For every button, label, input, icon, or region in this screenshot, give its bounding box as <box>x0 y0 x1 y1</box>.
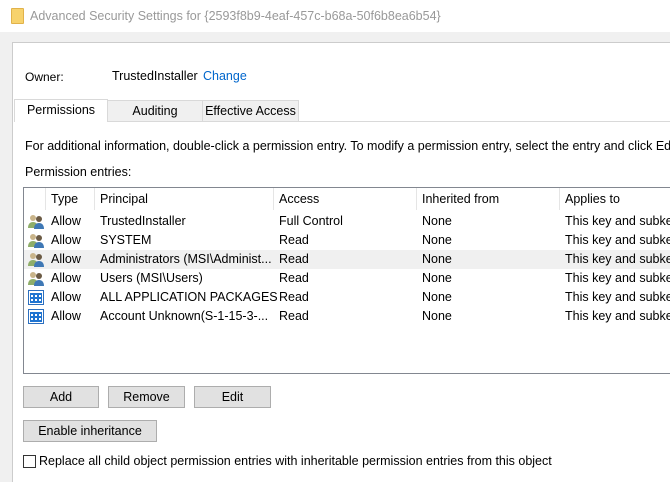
cell-inherited-from: None <box>422 214 452 228</box>
list-header: Type Principal Access Inherited from App… <box>24 188 670 210</box>
window-title: Advanced Security Settings for {2593f8b9… <box>30 9 441 23</box>
app-package-icon <box>28 309 44 324</box>
table-row[interactable]: Allow Administrators (MSI\Administ... Read… <box>24 250 670 269</box>
cell-applies-to: This key and subkeys <box>565 214 670 228</box>
permission-entries-list[interactable]: Type Principal Access Inherited from App… <box>23 187 670 374</box>
change-owner-link[interactable]: Change <box>203 69 247 83</box>
cell-access: Read <box>279 233 309 247</box>
users-icon <box>28 233 44 248</box>
table-row[interactable]: Allow TrustedInstaller Full Control None Thi… <box>24 212 670 231</box>
replace-permissions-checkbox[interactable] <box>23 455 36 468</box>
cell-inherited-from: None <box>422 271 452 285</box>
tab-effective-access[interactable]: Effective Access <box>202 100 299 122</box>
table-row[interactable]: Allow Users (MSI\Users) Read None This key a… <box>24 269 670 288</box>
cell-applies-to: This key and subkeys <box>565 290 670 304</box>
tab-permissions[interactable]: Permissions <box>14 99 108 122</box>
table-row[interactable]: Allow Account Unknown(S-1-15-3-... Read Non… <box>24 307 670 326</box>
cell-type: Allow <box>51 252 81 266</box>
cell-inherited-from: None <box>422 290 452 304</box>
column-type[interactable]: Type <box>51 192 78 206</box>
cell-principal: TrustedInstaller <box>100 214 186 228</box>
cell-type: Allow <box>51 271 81 285</box>
cell-applies-to: This key and subkeys <box>565 252 670 266</box>
owner-value: TrustedInstaller <box>112 69 198 83</box>
cell-access: Read <box>279 252 309 266</box>
table-row[interactable]: Allow SYSTEM Read None This key and subkeys <box>24 231 670 250</box>
cell-applies-to: This key and subkeys <box>565 233 670 247</box>
cell-access: Read <box>279 309 309 323</box>
cell-applies-to: This key and subkeys <box>565 271 670 285</box>
remove-button[interactable]: Remove <box>108 386 185 408</box>
owner-label: Owner: <box>25 70 64 84</box>
info-text: For additional information, double-click… <box>25 139 670 153</box>
cell-type: Allow <box>51 290 81 304</box>
cell-type: Allow <box>51 309 81 323</box>
cell-principal: Administrators (MSI\Administ... <box>100 252 272 266</box>
cell-principal: Account Unknown(S-1-15-3-... <box>100 309 269 323</box>
cell-access: Read <box>279 271 309 285</box>
cell-inherited-from: None <box>422 233 452 247</box>
tab-auditing[interactable]: Auditing <box>107 100 203 122</box>
edit-button[interactable]: Edit <box>194 386 271 408</box>
cell-principal: Users (MSI\Users) <box>100 271 203 285</box>
permission-entries-label: Permission entries: <box>25 165 132 179</box>
cell-principal: SYSTEM <box>100 233 152 247</box>
cell-type: Allow <box>51 233 81 247</box>
users-icon <box>28 214 44 229</box>
users-icon <box>28 271 44 286</box>
column-principal[interactable]: Principal <box>100 192 148 206</box>
cell-applies-to: This key and subkeys <box>565 309 670 323</box>
cell-principal: ALL APPLICATION PACKAGES <box>100 290 278 304</box>
cell-inherited-from: None <box>422 309 452 323</box>
app-package-icon <box>28 290 44 305</box>
cell-inherited-from: None <box>422 252 452 266</box>
column-access[interactable]: Access <box>279 192 319 206</box>
table-row[interactable]: Allow ALL APPLICATION PACKAGES Read None Thi… <box>24 288 670 307</box>
add-button[interactable]: Add <box>23 386 99 408</box>
folder-icon <box>11 8 24 24</box>
replace-permissions-label[interactable]: Replace all child object permission entr… <box>39 454 552 468</box>
users-icon <box>28 252 44 267</box>
title-bar: Advanced Security Settings for {2593f8b9… <box>0 0 670 32</box>
column-applies-to[interactable]: Applies to <box>565 192 620 206</box>
cell-access: Full Control <box>279 214 343 228</box>
enable-inheritance-button[interactable]: Enable inheritance <box>23 420 157 442</box>
cell-access: Read <box>279 290 309 304</box>
cell-type: Allow <box>51 214 81 228</box>
column-inherited-from[interactable]: Inherited from <box>422 192 499 206</box>
